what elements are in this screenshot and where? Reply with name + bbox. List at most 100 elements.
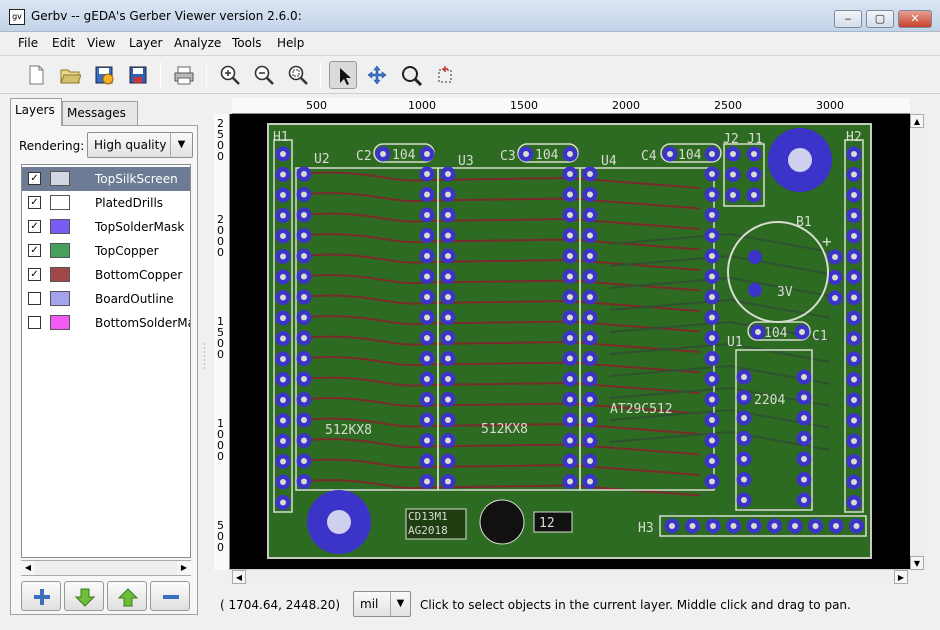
close-button[interactable]: ✕	[898, 10, 932, 28]
scroll-down-icon[interactable]: ▼	[910, 556, 924, 570]
layer-row-plateddrills[interactable]: ✓ PlatedDrills	[22, 191, 190, 215]
pointer-tool-icon[interactable]	[329, 61, 357, 89]
pad-drill	[301, 294, 307, 300]
app-icon: gv	[9, 9, 25, 25]
pad-drill	[523, 151, 529, 157]
layer-color-swatch[interactable]	[50, 219, 70, 234]
layer-visibility-checkbox[interactable]: ✓	[28, 220, 41, 233]
measure-tool-icon[interactable]	[431, 61, 459, 89]
new-file-icon[interactable]	[22, 61, 50, 89]
layer-row-topcopper[interactable]: ✓ TopCopper	[22, 239, 190, 263]
layer-color-swatch[interactable]	[50, 243, 70, 258]
pad-drill	[709, 314, 715, 321]
layer-row-boardoutline[interactable]: BoardOutline	[22, 287, 190, 311]
save-icon[interactable]	[124, 61, 152, 89]
scroll-right-icon[interactable]: ▶	[177, 561, 191, 575]
scroll-right-icon[interactable]: ▶	[894, 570, 908, 584]
pad-drill	[280, 192, 286, 198]
open-folder-icon[interactable]	[56, 61, 84, 89]
pcb-canvas[interactable]: H1 H2 H3 U2 U3 U4 U1 C2 C3 C4 C1 J2 J1 B…	[230, 114, 910, 569]
layer-color-swatch[interactable]	[50, 267, 70, 282]
layer-color-swatch[interactable]	[50, 291, 70, 306]
pad-drill	[424, 212, 430, 218]
pad-drill	[301, 171, 307, 177]
pad-drill	[851, 151, 857, 157]
pan-tool-icon[interactable]	[363, 61, 391, 89]
pad-drill	[445, 478, 451, 485]
pad-drill	[792, 523, 798, 529]
pad-drill	[567, 437, 573, 444]
pad-drill	[801, 476, 807, 483]
tab-layers[interactable]: Layers	[10, 98, 62, 126]
zoom-tool-icon[interactable]	[397, 61, 425, 89]
label-c3: C3	[500, 149, 516, 164]
pad-drill	[445, 396, 451, 403]
layer-row-topsilkscreen[interactable]: ✓ TopSilkScreen	[22, 167, 190, 191]
print-icon[interactable]	[170, 61, 198, 89]
unit-select[interactable]: mil ▼	[353, 591, 411, 617]
panel-splitter[interactable]: · · · · · · ·	[203, 341, 208, 377]
tab-messages[interactable]: Messages	[62, 101, 138, 125]
zoom-out-icon[interactable]	[250, 61, 278, 89]
battery-pad	[748, 250, 762, 264]
menu-help[interactable]: Help	[277, 36, 304, 50]
canvas-vertical-scrollbar[interactable]: ▲ ▼	[910, 114, 926, 570]
scroll-left-icon[interactable]: ◀	[232, 570, 246, 584]
pad-drill	[587, 376, 593, 382]
layer-row-bottomsoldermask[interactable]: BottomSolderMask	[22, 311, 190, 335]
layer-name: BoardOutline	[95, 292, 174, 306]
pad-drill	[424, 253, 430, 259]
label-h3: H3	[638, 521, 654, 536]
pad-drill	[741, 415, 747, 421]
pad-drill	[801, 374, 807, 380]
menu-layer[interactable]: Layer	[129, 36, 162, 50]
rendering-select[interactable]: High quality ▼	[87, 132, 193, 158]
layer-name: TopSilkScreen	[95, 172, 178, 186]
menu-edit[interactable]: Edit	[52, 36, 75, 50]
zoom-in-icon[interactable]	[216, 61, 244, 89]
pad-drill	[424, 355, 430, 362]
menu-view[interactable]: View	[87, 36, 115, 50]
canvas-horizontal-scrollbar[interactable]: ◀ ▶	[230, 569, 910, 585]
ruler-tick: 1000	[408, 99, 436, 112]
pad-drill	[667, 151, 673, 157]
pad-drill	[851, 233, 857, 239]
menu-tools[interactable]: Tools	[232, 36, 262, 50]
menu-file[interactable]: File	[18, 36, 38, 50]
pad-drill	[445, 191, 451, 198]
pad-drill	[587, 478, 593, 485]
zoom-fit-icon[interactable]	[284, 61, 312, 89]
layer-visibility-checkbox[interactable]	[28, 292, 41, 305]
pad-drill	[445, 355, 451, 362]
pad-drill	[445, 437, 451, 444]
layer-visibility-checkbox[interactable]: ✓	[28, 172, 41, 185]
menu-analyze[interactable]: Analyze	[174, 36, 221, 50]
pad-drill	[301, 417, 307, 423]
logo-text-1: CD13M1	[408, 510, 448, 523]
minimize-button[interactable]: ‒	[834, 10, 862, 28]
layer-list-scrollbar[interactable]: ◀ ▶	[21, 560, 191, 576]
pad-drill	[801, 497, 807, 503]
layer-visibility-checkbox[interactable]: ✓	[28, 244, 41, 257]
layer-color-swatch[interactable]	[50, 171, 70, 186]
maximize-button[interactable]: ▢	[866, 10, 894, 28]
layer-row-bottomcopper[interactable]: ✓ BottomCopper	[22, 263, 190, 287]
scroll-left-icon[interactable]: ◀	[21, 561, 35, 575]
ruler-tick: 5 0 0	[217, 519, 224, 554]
flash-label: AT29C512	[610, 402, 673, 417]
layer-visibility-checkbox[interactable]	[28, 316, 41, 329]
layer-row-topsoldermask[interactable]: ✓ TopSolderMask	[22, 215, 190, 239]
pad-drill	[424, 151, 430, 157]
pcb-drawing[interactable]: H1 H2 H3 U2 U3 U4 U1 C2 C3 C4 C1 J2 J1 B…	[230, 114, 910, 569]
layer-visibility-checkbox[interactable]: ✓	[28, 268, 41, 281]
window-title: Gerbv -- gEDA's Gerber Viewer version 2.…	[31, 9, 302, 23]
title-bar: gv Gerbv -- gEDA's Gerber Viewer version…	[0, 0, 940, 32]
pad-drill	[445, 273, 451, 280]
pad-drill	[709, 335, 715, 341]
scroll-up-icon[interactable]: ▲	[910, 114, 924, 128]
revert-icon[interactable]	[90, 61, 118, 89]
layer-visibility-checkbox[interactable]: ✓	[28, 196, 41, 209]
layer-color-swatch[interactable]	[50, 195, 70, 210]
pad-drill	[741, 476, 747, 483]
layer-color-swatch[interactable]	[50, 315, 70, 330]
